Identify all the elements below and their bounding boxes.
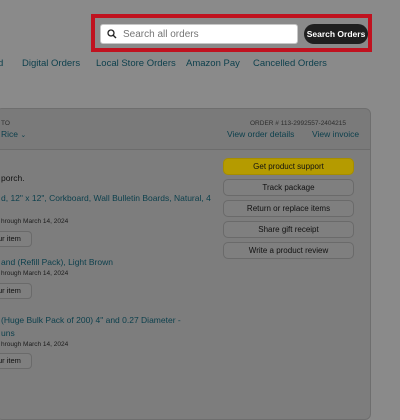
track-package-button[interactable]: Track package bbox=[223, 179, 354, 196]
write-product-review-button[interactable]: Write a product review bbox=[223, 242, 354, 259]
tab-amazon-pay[interactable]: Amazon Pay bbox=[186, 58, 240, 69]
ship-to-name[interactable]: Rice ⌄ bbox=[1, 129, 26, 139]
ship-to-label: TO bbox=[1, 120, 10, 127]
product-title-2[interactable]: and (Refill Pack), Light Brown bbox=[1, 257, 113, 267]
tab-local-store-orders[interactable]: Local Store Orders bbox=[96, 58, 176, 69]
tab-orders[interactable]: d bbox=[0, 58, 3, 69]
orders-page: Search Orders d Digital Orders Local Sto… bbox=[0, 0, 400, 420]
search-orders-button[interactable]: Search Orders bbox=[304, 24, 368, 44]
tab-cancelled-orders[interactable]: Cancelled Orders bbox=[253, 58, 327, 69]
return-window-1: hrough March 14, 2024 bbox=[1, 218, 69, 225]
get-product-support-button[interactable]: Get product support bbox=[223, 158, 354, 175]
search-box[interactable] bbox=[100, 24, 298, 44]
buy-it-again-button-3[interactable]: ur item bbox=[0, 353, 32, 369]
view-order-details-link[interactable]: View order details bbox=[227, 129, 294, 139]
tab-digital-orders[interactable]: Digital Orders bbox=[22, 58, 80, 69]
buy-it-again-button-2[interactable]: ur item bbox=[0, 283, 32, 299]
order-number: ORDER # 113-2992557-2404215 bbox=[250, 120, 347, 127]
product-title-1[interactable]: d, 12" x 12", Corkboard, Wall Bulletin B… bbox=[1, 193, 211, 203]
return-or-replace-button[interactable]: Return or replace items bbox=[223, 200, 354, 217]
chevron-down-icon: ⌄ bbox=[20, 132, 27, 139]
ship-to-name-text: Rice bbox=[1, 129, 19, 139]
product-title-3-line2[interactable]: uns bbox=[1, 328, 15, 338]
buy-it-again-button-1[interactable]: ur item bbox=[0, 231, 32, 247]
delivery-status: porch. bbox=[1, 173, 25, 183]
search-input[interactable] bbox=[123, 26, 293, 42]
order-card-header: TO Rice ⌄ ORDER # 113-2992557-2404215 Vi… bbox=[0, 109, 370, 150]
order-card: TO Rice ⌄ ORDER # 113-2992557-2404215 Vi… bbox=[0, 108, 371, 420]
return-window-3: hrough March 14, 2024 bbox=[1, 341, 69, 348]
product-title-3[interactable]: (Huge Bulk Pack of 200) 4" and 0.27 Diam… bbox=[1, 315, 181, 325]
return-window-2: hrough March 14, 2024 bbox=[1, 270, 69, 277]
view-invoice-link[interactable]: View invoice bbox=[312, 129, 359, 139]
share-gift-receipt-button[interactable]: Share gift receipt bbox=[223, 221, 354, 238]
search-icon bbox=[107, 29, 117, 39]
